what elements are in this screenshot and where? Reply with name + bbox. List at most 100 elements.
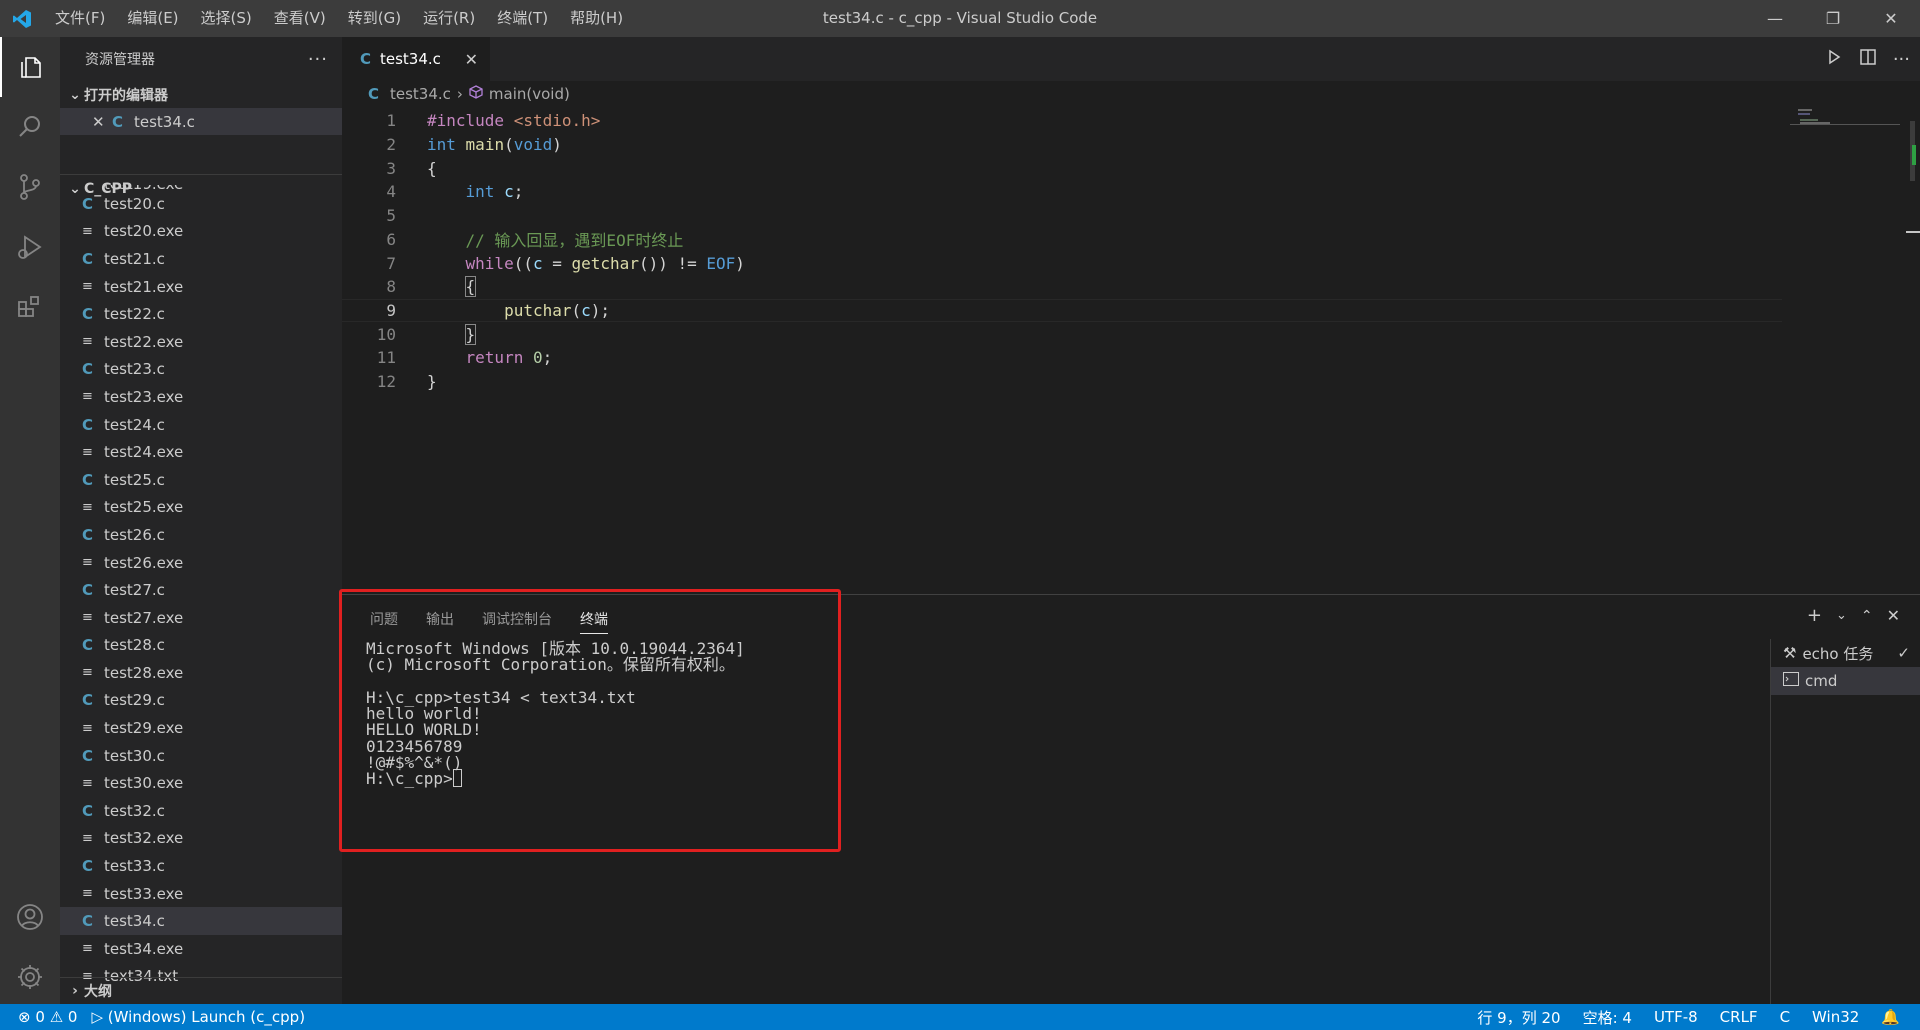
c-file-icon: C (82, 746, 94, 765)
source-control-icon[interactable] (0, 157, 60, 217)
tree-item[interactable]: Ctest24.c (60, 411, 342, 439)
notifications-icon[interactable]: 🔔 (1881, 1008, 1900, 1026)
tree-item[interactable]: ≡ test30.exe (60, 769, 342, 797)
menu-item[interactable]: 选择(S) (190, 0, 263, 37)
problems-status[interactable]: ⊗ 0 ⚠ 0 (18, 1008, 77, 1026)
breadcrumb-file[interactable]: test34.c (390, 85, 451, 103)
run-icon[interactable] (1825, 48, 1843, 70)
tree-item-label: test33.exe (104, 884, 184, 903)
terminal-entry-echo[interactable]: ⚒ echo 任务 ✓ (1771, 639, 1920, 667)
run-debug-icon[interactable] (0, 217, 60, 277)
tree-item[interactable]: Ctest25.c (60, 466, 342, 494)
tree-item-label: test28.exe (104, 663, 184, 682)
error-count: 0 (35, 1008, 45, 1026)
encoding[interactable]: UTF-8 (1654, 1008, 1698, 1026)
tree-item[interactable]: Ctest21.c (60, 245, 342, 273)
menu-item[interactable]: 查看(V) (263, 0, 337, 37)
search-icon[interactable] (0, 97, 60, 157)
line-number: 7 (386, 253, 396, 273)
menu-item[interactable]: 文件(F) (44, 0, 116, 37)
tree-item[interactable]: ≡ test29.exe (60, 714, 342, 742)
accounts-icon[interactable] (0, 887, 60, 947)
vscode-logo-icon[interactable] (0, 0, 44, 37)
terminal-entry-cmd[interactable]: cmd (1771, 667, 1920, 695)
tree-item[interactable]: ≡ test28.exe (60, 659, 342, 687)
explorer-title: 资源管理器 (85, 52, 155, 68)
tree-item[interactable]: ≡ test20.exe (60, 218, 342, 246)
tree-item[interactable]: ≡ test23.exe (60, 383, 342, 411)
outline-section[interactable]: › 大纲 (60, 977, 342, 1004)
more-actions-icon[interactable]: ··· (308, 49, 328, 70)
file-tree: Ctest20.c ≡ test20.exe Ctest21.c ≡ test21.exe… (60, 190, 342, 990)
open-editors-section[interactable]: ⌄ 打开的编辑器 (60, 81, 342, 108)
new-terminal-icon[interactable]: + (1807, 605, 1822, 626)
terminal-icon (1783, 672, 1799, 690)
more-actions-icon[interactable]: ··· (1893, 49, 1910, 70)
chevron-down-icon[interactable]: ⌄ (1836, 608, 1847, 623)
tree-item-label: test34.c (104, 912, 165, 931)
minimap[interactable] (1790, 107, 1900, 147)
tree-item[interactable]: Ctest33.c (60, 852, 342, 880)
menu-item[interactable]: 运行(R) (412, 0, 486, 37)
platform[interactable]: Win32 (1812, 1008, 1859, 1026)
tree-item[interactable]: Ctest22.c (60, 300, 342, 328)
cursor-position[interactable]: 行 9，列 20 (1477, 1007, 1560, 1028)
language-mode[interactable]: C (1780, 1008, 1790, 1026)
menu-item[interactable]: 编辑(E) (116, 0, 189, 37)
split-editor-icon[interactable] (1859, 48, 1877, 70)
tab-test34-c[interactable]: C test34.c ✕ (342, 37, 490, 81)
code-line: #include <stdio.h> (427, 111, 601, 131)
line-number: 8 (386, 277, 396, 297)
tree-item[interactable]: ≡ test33.exe (60, 880, 342, 908)
restore-button[interactable]: ❐ (1804, 0, 1862, 37)
tree-item[interactable]: Ctest28.c (60, 632, 342, 660)
tree-item[interactable]: Ctest34.c (60, 907, 342, 936)
tree-item[interactable]: ≡ test32.exe (60, 825, 342, 853)
settings-gear-icon[interactable] (0, 947, 60, 1007)
tree-item[interactable]: Ctest30.c (60, 742, 342, 770)
code-line: putchar(c); (504, 300, 611, 320)
menu-item[interactable]: 终端(T) (486, 0, 559, 37)
tree-item[interactable]: ≡ test25.exe (60, 494, 342, 522)
close-tab-icon[interactable]: ✕ (465, 50, 478, 69)
maximize-panel-icon[interactable]: ⌃ (1861, 608, 1873, 624)
line-number: 5 (386, 206, 396, 226)
line-number: 3 (386, 158, 396, 178)
breadcrumb-symbol[interactable]: main(void) (489, 85, 570, 103)
open-editor-item[interactable]: ✕ C test34.c (60, 108, 342, 135)
tree-item[interactable]: ≡ test22.exe (60, 328, 342, 356)
tree-item[interactable]: Ctest27.c (60, 576, 342, 604)
tree-item[interactable]: Ctest29.c (60, 687, 342, 715)
menu-item[interactable]: 帮助(H) (559, 0, 634, 37)
tree-item-label: test29.c (104, 691, 165, 710)
indentation[interactable]: 空格: 4 (1583, 1007, 1632, 1028)
c-file-icon: C (82, 305, 94, 324)
code-line: } (464, 323, 477, 345)
tree-item[interactable]: ≡ test26.exe (60, 549, 342, 577)
tree-item[interactable]: ≡ test27.exe (60, 604, 342, 632)
minimize-button[interactable]: — (1746, 0, 1804, 37)
tree-item[interactable]: ≡ test21.exe (60, 273, 342, 301)
file-icon: ≡ (82, 279, 93, 295)
close-panel-icon[interactable]: ✕ (1887, 606, 1900, 625)
close-editor-icon[interactable]: ✕ (92, 113, 112, 131)
tree-item[interactable]: ≡ test34.exe (60, 935, 342, 963)
menu-item[interactable]: 转到(G) (337, 0, 412, 37)
explorer-icon[interactable] (0, 37, 60, 97)
tree-item[interactable]: Ctest26.c (60, 521, 342, 549)
code-editor[interactable]: 1 #include <stdio.h> 2 int main(void) 3 { 4… (342, 107, 1920, 592)
tree-item-label: test32.exe (104, 829, 184, 848)
tree-item[interactable]: ≡ test24.exe (60, 438, 342, 466)
line-number: 6 (386, 229, 396, 249)
launch-config[interactable]: ▷ (Windows) Launch (c_cpp) (91, 1008, 305, 1026)
line-ending[interactable]: CRLF (1720, 1008, 1758, 1026)
tree-item-label: test32.c (104, 801, 165, 820)
tree-item[interactable]: Ctest23.c (60, 356, 342, 384)
code-line: int c; (465, 182, 524, 202)
extensions-icon[interactable] (0, 277, 60, 337)
editor-scrollbar[interactable] (1906, 107, 1920, 592)
close-window-button[interactable]: ✕ (1862, 0, 1920, 37)
tree-item-label: test20.exe (104, 222, 184, 241)
tree-item[interactable]: Ctest20.c (60, 190, 342, 218)
tree-item[interactable]: Ctest32.c (60, 797, 342, 825)
